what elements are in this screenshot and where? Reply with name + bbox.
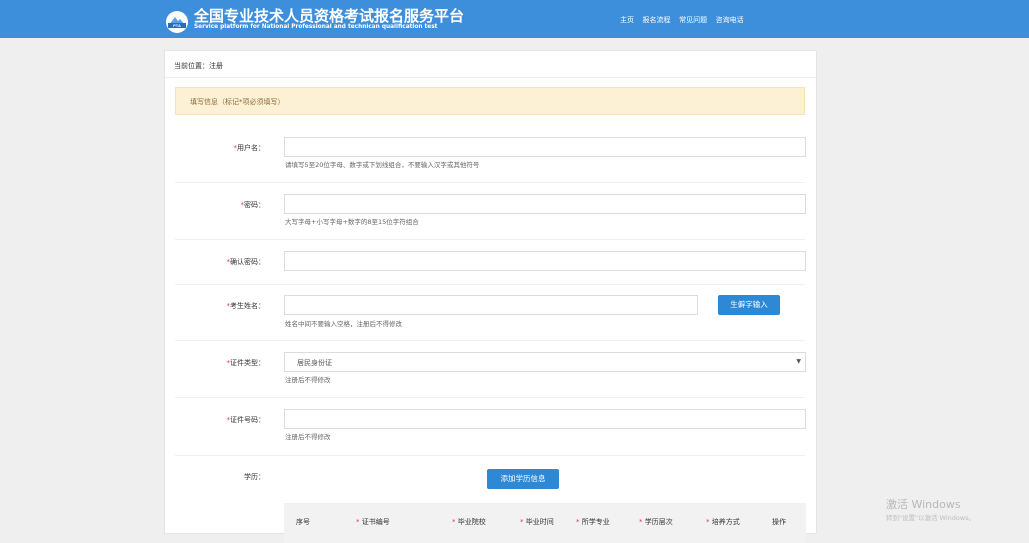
windows-activation-title: 激活 Windows bbox=[886, 498, 961, 511]
education-label: 学历： bbox=[244, 473, 265, 481]
top-header: PTA 全国专业技术人员资格考试报名服务平台 Service platform … bbox=[0, 0, 1029, 38]
add-education-button[interactable]: 添加学历信息 bbox=[487, 469, 559, 489]
divider bbox=[175, 340, 805, 341]
id-type-hint: 注册后不得修改 bbox=[285, 376, 331, 384]
table-header: * 毕业时间 bbox=[520, 518, 554, 526]
id-type-select[interactable]: 居民身份证 ▼ bbox=[284, 352, 806, 372]
pta-logo-icon: PTA bbox=[166, 11, 188, 33]
registration-panel: 当前位置：注册 填写信息（标记*项必须填写） *用户名： 请填写5至20位字母、… bbox=[164, 50, 817, 543]
notice-text: 填写信息（标记*项必须填写） bbox=[190, 98, 285, 106]
divider bbox=[165, 77, 816, 78]
table-header: * 毕业院校 bbox=[452, 518, 486, 526]
id-number-hint: 注册后不得修改 bbox=[285, 433, 331, 441]
username-label: *用户名： bbox=[233, 144, 266, 152]
confirm-password-input[interactable] bbox=[284, 251, 806, 271]
site-subtitle: Service platform for National Profession… bbox=[194, 24, 438, 30]
table-header: * 证书编号 bbox=[356, 518, 390, 526]
id-number-input[interactable] bbox=[284, 409, 806, 429]
password-label: *密码： bbox=[240, 201, 266, 209]
notice-box: 填写信息（标记*项必须填写） bbox=[175, 87, 805, 115]
username-hint: 请填写5至20位字母、数字或下划线组合，不要输入汉字或其他符号 bbox=[285, 161, 480, 169]
name-hint: 姓名中间不要输入空格，注册后不得修改 bbox=[285, 320, 402, 328]
nav-process[interactable]: 报名流程 bbox=[643, 16, 671, 24]
nav-faq[interactable]: 常见问题 bbox=[679, 16, 707, 24]
nav-contact[interactable]: 咨询电话 bbox=[716, 16, 744, 24]
divider bbox=[175, 239, 805, 240]
name-input[interactable] bbox=[284, 295, 698, 315]
table-header: 操作 bbox=[772, 518, 786, 526]
caret-down-icon: ▼ bbox=[796, 358, 801, 365]
breadcrumb: 当前位置：注册 bbox=[174, 62, 223, 70]
divider bbox=[175, 284, 805, 285]
table-header: * 所学专业 bbox=[576, 518, 610, 526]
windows-activation-hint: 转到"设置"以激活 Windows。 bbox=[886, 514, 976, 522]
username-input[interactable] bbox=[284, 137, 806, 157]
id-type-label: *证件类型： bbox=[226, 359, 266, 367]
password-input[interactable] bbox=[284, 194, 806, 214]
rare-char-button[interactable]: 生僻字输入 bbox=[718, 295, 780, 315]
table-header: * 培养方式 bbox=[706, 518, 740, 526]
nav-home[interactable]: 主页 bbox=[620, 16, 634, 24]
svg-text:PTA: PTA bbox=[173, 23, 181, 28]
id-number-label: *证件号码： bbox=[226, 416, 266, 424]
name-label: *考生姓名： bbox=[226, 302, 266, 310]
education-table: 序号 * 证书编号 * 毕业院校 * 毕业时间 * 所学专业 * 学历层次 * … bbox=[284, 503, 806, 543]
table-header: * 学历层次 bbox=[639, 518, 673, 526]
confirm-password-label: *确认密码： bbox=[226, 258, 266, 266]
divider bbox=[175, 397, 805, 398]
top-nav: 主页 报名流程 常见问题 咨询电话 bbox=[620, 15, 750, 25]
table-header: 序号 bbox=[296, 518, 310, 526]
site-title: 全国专业技术人员资格考试报名服务平台 bbox=[194, 7, 465, 25]
password-hint: 大写字母+小写字母+数字的8至15位字符组合 bbox=[285, 218, 419, 226]
id-type-value: 居民身份证 bbox=[297, 359, 332, 367]
divider bbox=[175, 455, 805, 456]
divider bbox=[175, 182, 805, 183]
